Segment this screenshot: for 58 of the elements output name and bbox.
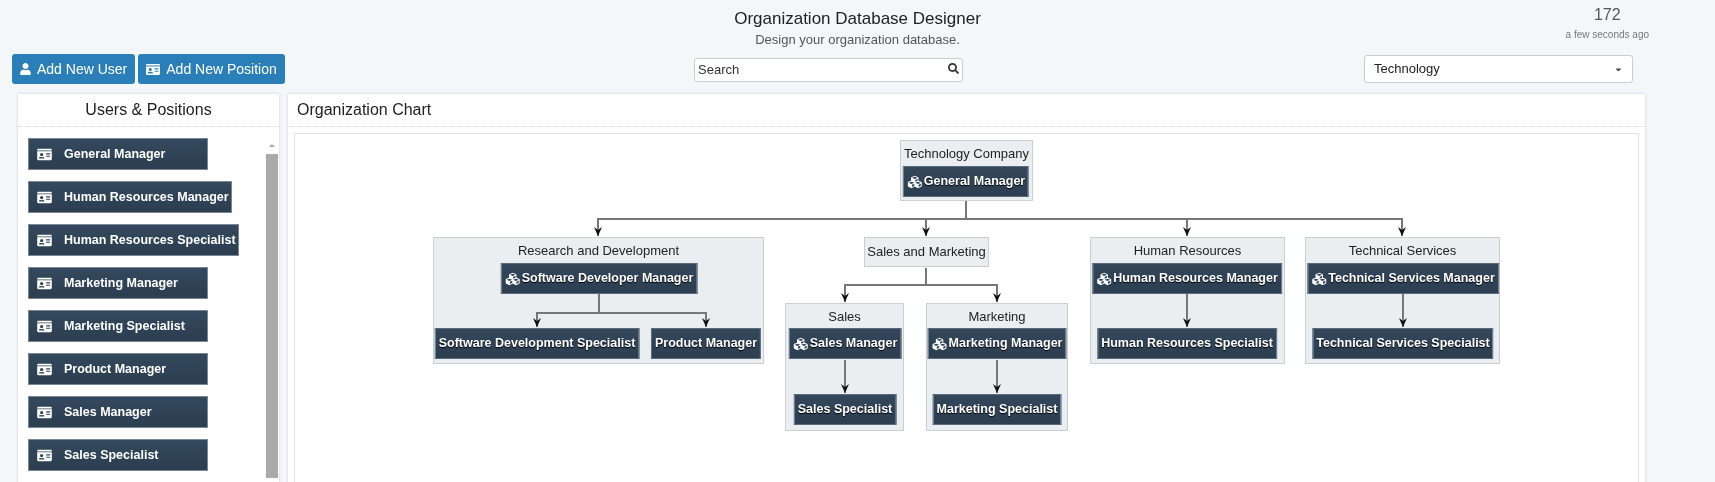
cubes-icon	[906, 174, 923, 189]
id-card-icon	[37, 276, 52, 290]
position-item[interactable]: Product Manager	[28, 353, 208, 385]
department-title: Human Resources	[1133, 242, 1242, 258]
id-card-icon	[37, 319, 52, 333]
id-card-icon	[37, 448, 52, 462]
position-node[interactable]: Software Development Specialist	[434, 328, 640, 359]
timestamp: a few seconds ago	[1565, 28, 1649, 42]
position-item[interactable]: Marketing Manager	[28, 267, 208, 299]
position-item[interactable]: Sales Manager	[28, 396, 208, 428]
counter: 172	[1593, 5, 1621, 25]
cubes-icon	[1096, 271, 1113, 286]
department-title: Sales	[828, 308, 861, 324]
position-node[interactable]: Human Resources Specialist	[1097, 328, 1277, 359]
id-card-icon	[37, 147, 52, 161]
manager-node[interactable]: Marketing Manager	[927, 328, 1067, 359]
cubes-icon	[1311, 271, 1328, 286]
connector-arrow	[993, 359, 1001, 394]
search-field[interactable]: Search	[694, 57, 963, 82]
manager-node[interactable]: Technical Services Manager	[1307, 263, 1499, 294]
add-button[interactable]: Add New Position	[138, 54, 285, 84]
department-title: Technology Company	[904, 145, 1029, 161]
department-title: Technical Services	[1348, 242, 1457, 258]
department-title: Marketing	[968, 308, 1026, 324]
position-item[interactable]: Sales Specialist	[28, 439, 208, 471]
manager-node[interactable]: Software Developer Manager	[500, 263, 698, 294]
manager-node[interactable]: Sales Manager	[788, 328, 902, 359]
position-item[interactable]: Marketing Specialist	[28, 310, 208, 342]
id-card-icon	[37, 190, 52, 204]
manager-node[interactable]: Human Resources Manager	[1092, 263, 1282, 294]
user-icon	[20, 63, 31, 75]
page-subtitle: Design your organization database.	[755, 31, 960, 49]
position-node[interactable]: Technical Services Specialist	[1312, 328, 1494, 359]
department-node: Sales and Marketing	[864, 237, 989, 267]
company-dropdown[interactable]: Technology	[1364, 55, 1633, 83]
id-card-icon	[37, 362, 52, 376]
position-node[interactable]: Product Manager	[650, 328, 762, 359]
connector-arrow	[1183, 293, 1191, 328]
position-item[interactable]: Human Resources Manager	[28, 181, 232, 213]
department-title: Research and Development	[517, 242, 680, 258]
position-node[interactable]: Sales Specialist	[793, 394, 897, 425]
cubes-icon	[931, 336, 948, 351]
position-node[interactable]: Marketing Specialist	[932, 394, 1062, 425]
page-title: Organization Database Designer	[734, 8, 981, 30]
position-item[interactable]: Human Resources Specialist	[28, 224, 239, 256]
id-card-icon	[37, 405, 52, 419]
cubes-icon	[504, 271, 521, 286]
id-card-icon	[146, 62, 161, 76]
add-button[interactable]: Add New User	[12, 54, 136, 84]
position-item[interactable]: General Manager	[28, 138, 208, 170]
panel-title: Organization Chart	[297, 100, 432, 120]
manager-node[interactable]: General Manager	[902, 166, 1030, 197]
id-card-icon	[37, 233, 52, 247]
connector-arrow	[841, 359, 849, 394]
search-icon	[948, 63, 959, 74]
connector-arrow	[1399, 293, 1407, 328]
cubes-icon	[792, 336, 809, 351]
panel-title: Users & Positions	[85, 100, 212, 120]
